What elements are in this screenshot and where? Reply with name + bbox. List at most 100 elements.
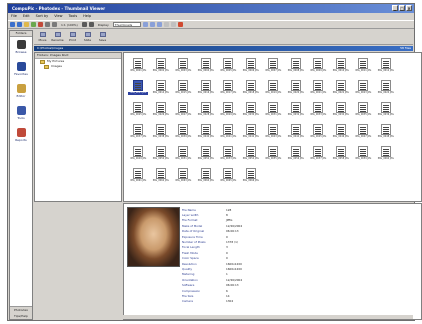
thumbnail-item[interactable]: IMG_0050 JPG [150, 146, 173, 168]
thumbnail-item[interactable]: IMG_0043 JPG [262, 124, 285, 146]
thumbnail-item[interactable]: IMG_0016 JPG [195, 80, 218, 102]
thumbnail-item[interactable]: IMG_0063 JPG [172, 168, 195, 190]
grid-view-icon[interactable] [142, 22, 148, 27]
rename-button[interactable]: Rename [51, 30, 64, 42]
thumbnail-item[interactable]: IMG_0047 JPG [352, 124, 375, 146]
thumbnail-item[interactable]: IMG_0025 JPG [127, 102, 150, 124]
thumbnail-item[interactable]: IMG_0011 JPG [352, 58, 375, 80]
thumbnail-item[interactable]: IMG_0032 JPG [285, 102, 308, 124]
nav-favorites[interactable]: Favorites [10, 62, 32, 81]
thumbnail-item[interactable]: IMG_0035 JPG [352, 102, 375, 124]
thumbnail-item[interactable]: IMG_0027 JPG [172, 102, 195, 124]
thumbnail-item[interactable]: IMG_0052 JPG [195, 146, 218, 168]
thumbnail-item[interactable]: IMG_0051 JPG [172, 146, 195, 168]
thumbnail-item[interactable]: IMG_0053 JPG [217, 146, 240, 168]
menu-tools[interactable]: Tools [69, 13, 78, 20]
forward-icon[interactable] [17, 22, 22, 27]
delete-icon[interactable] [38, 22, 43, 27]
thumbnail-item[interactable]: IMG_0003 JPG [172, 58, 195, 80]
thumbnail-item[interactable]: IMG_0066 JPG [240, 168, 263, 190]
display-mode-select[interactable]: Thumbnails [112, 22, 141, 27]
thumbnail-item[interactable]: IMG_0021 JPG [307, 80, 330, 102]
thumbnail-item[interactable]: IMG_0040 JPG [195, 124, 218, 146]
thumbnail-item[interactable]: IMG_0042 JPG [240, 124, 263, 146]
thumbnail-item[interactable]: IMG_0064 JPG [195, 168, 218, 190]
thumbnail-item[interactable]: IMG_0056 JPG [285, 146, 308, 168]
thumbnail-item[interactable]: IMG_0024 JPG [375, 80, 398, 102]
zoom-in-icon[interactable] [81, 22, 87, 27]
close-button[interactable]: × [406, 5, 412, 11]
menu-help[interactable]: Help [83, 13, 91, 20]
thumbnail-item[interactable]: IMG_0046 JPG [330, 124, 353, 146]
options-icon[interactable] [170, 22, 176, 27]
thumbnail-item[interactable]: IMG_0061 JPG [127, 168, 150, 190]
thumbnail-item[interactable]: IMG_0020 JPG [285, 80, 308, 102]
thumbnail-item[interactable]: IMG_0008 JPG [285, 58, 308, 80]
thumbnail-item[interactable]: IMG_0039 JPG [172, 124, 195, 146]
nav-browse[interactable]: Browse [10, 40, 32, 59]
thumbnail-item[interactable]: IMG_0029 JPG [217, 102, 240, 124]
footer-help-link[interactable]: Tips/Help [10, 313, 32, 319]
nav-tools[interactable]: Tools [10, 106, 32, 125]
menu-file[interactable]: File [11, 13, 17, 20]
thumbnail-item[interactable]: IMG_0019 JPG [262, 80, 285, 102]
minimize-button[interactable]: _ [392, 5, 398, 11]
thumbnail-item[interactable]: IMG_0044 JPG [285, 124, 308, 146]
thumbnail-item[interactable]: IMG_0002 JPG [150, 58, 173, 80]
zoom-out-icon[interactable] [88, 22, 94, 27]
back-icon[interactable] [10, 22, 15, 27]
thumbnail-item[interactable]: IMG_0034 JPG [330, 102, 353, 124]
thumbnail-item[interactable]: IMG_0054 JPG [240, 146, 263, 168]
thumbnail-item[interactable]: IMG_0004 JPG [195, 58, 218, 80]
tree-node-images[interactable]: Images [35, 64, 121, 69]
folder-up-icon[interactable] [24, 22, 29, 27]
stop-icon[interactable] [177, 22, 183, 27]
settings-icon[interactable] [163, 22, 169, 27]
thumbnail-item[interactable]: IMG_0009 JPG [307, 58, 330, 80]
save-button[interactable]: Save [97, 30, 108, 42]
thumbnail-item[interactable]: IMG_0010 JPG [330, 58, 353, 80]
thumbnail-item[interactable]: IMG_0005 JPG [217, 58, 240, 80]
thumbnail-item[interactable]: IMG_0023 JPG [352, 80, 375, 102]
thumbnail-item[interactable]: IMG_0037 JPG [127, 124, 150, 146]
nav-editor[interactable]: Editor [10, 84, 32, 103]
thumbnail-item[interactable]: IMG_0022 JPG [330, 80, 353, 102]
paste-icon[interactable] [52, 22, 57, 27]
thumbnail-item[interactable]: IMG_0041 JPG [217, 124, 240, 146]
copy-icon[interactable] [45, 22, 50, 27]
menu-view[interactable]: View [54, 13, 62, 20]
thumbnail-item[interactable]: IMG_0060 JPG [375, 146, 398, 168]
thumbnail-item[interactable]: IMG_0057 JPG [307, 146, 330, 168]
thumbnail-item[interactable]: IMG_0055 JPG [262, 146, 285, 168]
thumbnail-item[interactable]: IMG_0012 JPG [375, 58, 398, 80]
thumbnail-item[interactable]: IMG_0013 JPG [127, 80, 150, 102]
thumbnail-item[interactable]: IMG_0001 JPG [127, 58, 150, 80]
thumbnail-item[interactable]: IMG_0028 JPG [195, 102, 218, 124]
thumbnail-item[interactable]: IMG_0038 JPG [150, 124, 173, 146]
menu-sort[interactable]: Sort by [36, 13, 49, 20]
maximize-button[interactable]: □ [399, 5, 405, 11]
thumbnail-item[interactable]: IMG_0017 JPG [217, 80, 240, 102]
move-button[interactable]: Move [37, 30, 48, 42]
thumbnail-item[interactable]: IMG_0045 JPG [307, 124, 330, 146]
thumbnail-item[interactable]: IMG_0031 JPG [262, 102, 285, 124]
thumbnail-item[interactable]: IMG_0048 JPG [375, 124, 398, 146]
nav-reports[interactable]: Reports [10, 128, 32, 147]
list-view-icon[interactable] [149, 22, 155, 27]
print-button[interactable]: Print [67, 30, 78, 42]
thumbnail-item[interactable]: IMG_0049 JPG [127, 146, 150, 168]
thumbnail-item[interactable]: IMG_0059 JPG [352, 146, 375, 168]
thumbnail-item[interactable]: IMG_0018 JPG [240, 80, 263, 102]
thumbnail-item[interactable]: IMG_0058 JPG [330, 146, 353, 168]
thumbnail-item[interactable]: IMG_0062 JPG [150, 168, 173, 190]
thumbnail-item[interactable]: IMG_0006 JPG [240, 58, 263, 80]
thumbnail-item[interactable]: IMG_0036 JPG [375, 102, 398, 124]
thumbnail-item[interactable]: IMG_0026 JPG [150, 102, 173, 124]
thumbnail-item[interactable]: IMG_0030 JPG [240, 102, 263, 124]
detail-view-icon[interactable] [156, 22, 162, 27]
refresh-icon[interactable] [31, 22, 36, 27]
thumbnail-item[interactable]: IMG_0033 JPG [307, 102, 330, 124]
thumbnail-item[interactable]: IMG_0014 JPG [150, 80, 173, 102]
slide-button[interactable]: Slide [82, 30, 93, 42]
thumbnail-item[interactable]: IMG_0015 JPG [172, 80, 195, 102]
